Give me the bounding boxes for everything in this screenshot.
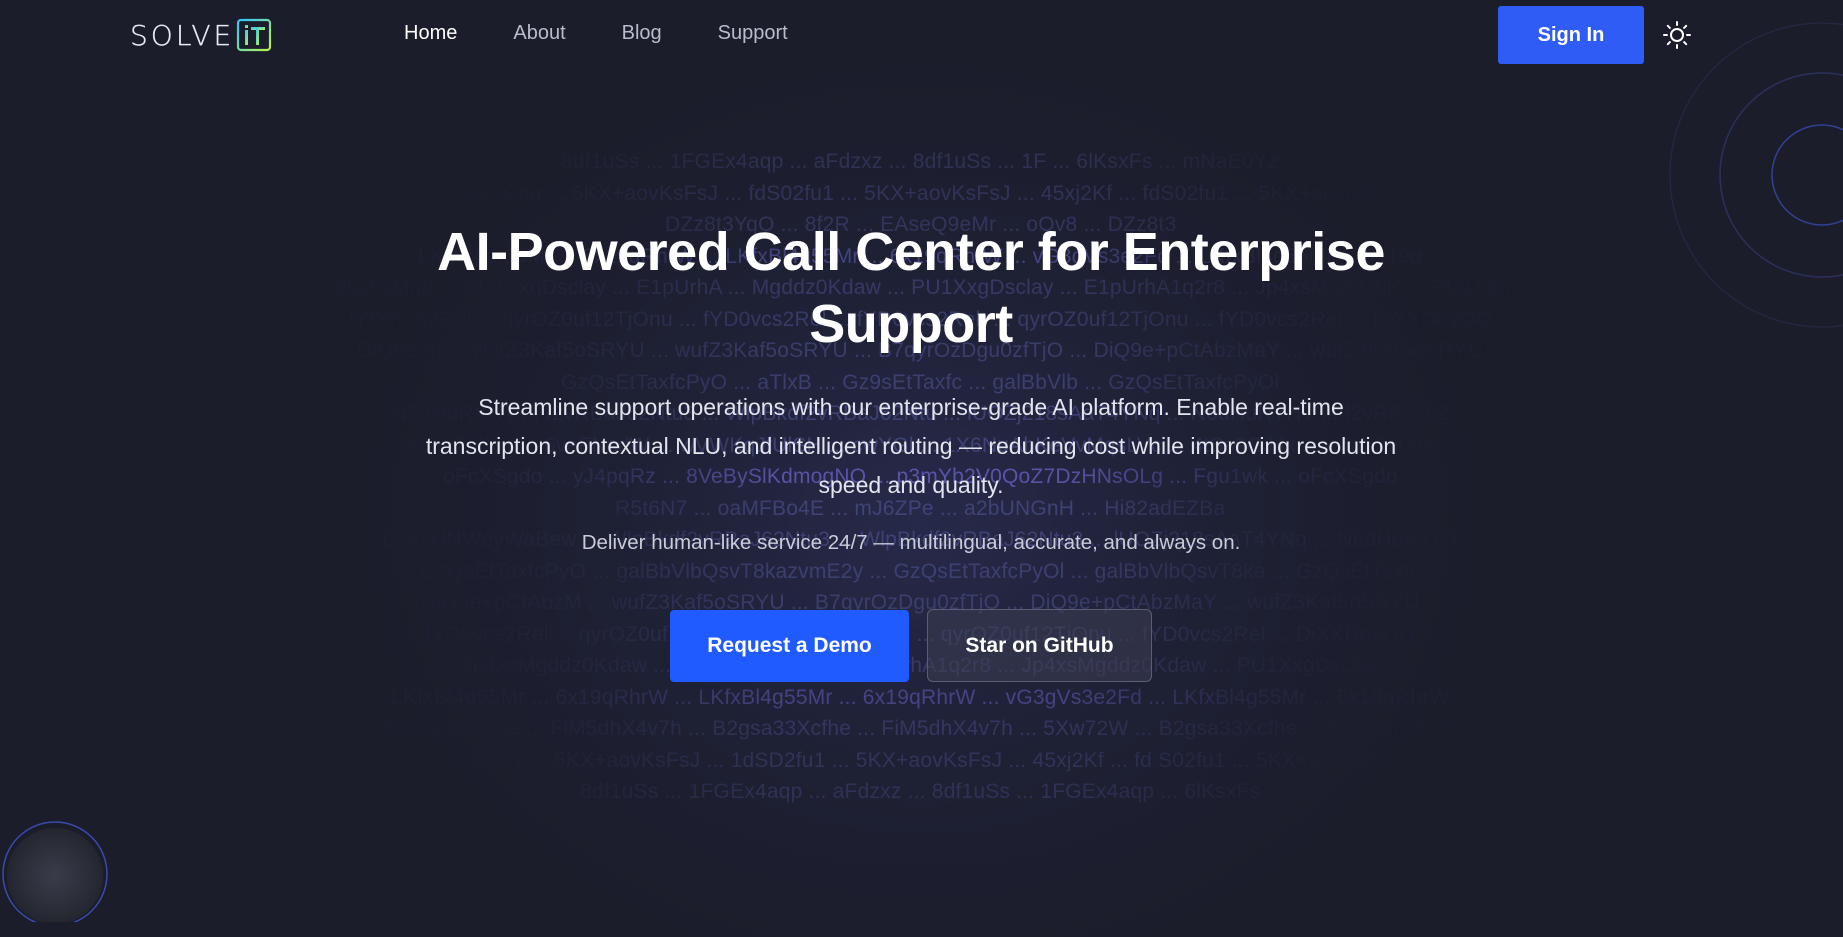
nav-home[interactable]: Home <box>404 22 457 45</box>
sign-in-button[interactable]: Sign In <box>1498 6 1644 64</box>
background-code-line: LKfxBl4g55Mr ... 6x19qRhrW ... LKfxBl4g5… <box>391 685 1450 709</box>
nav-support[interactable]: Support <box>718 22 788 45</box>
hero-title: AI-Powered Call Center for Enterprise Su… <box>437 222 1385 354</box>
logo-mark-icon <box>237 18 272 52</box>
background-code-line: fYD0vcs2Rel ... qyrOZ0uf12TjOnu ... fYD0… <box>425 622 1416 646</box>
hero-subtitle: Deliver human-like service 24/7 — multil… <box>581 531 1241 554</box>
background-code-line: 8df1uSs ... 1FGEx4aqp ... aFdzxz ... 8df… <box>580 780 1261 803</box>
background-code-line: fdS02fu1 ... 5KX+aovKsFsJ ... 1dSD2fu1 .… <box>438 748 1403 772</box>
hero-description: Streamline support operations with our e… <box>425 394 1397 498</box>
star-on-github-button[interactable]: Star on GitHub <box>927 609 1152 682</box>
landing-page: 8df1uSs ... 1FGEx4aqp ... aFdzxz ... 8df… <box>0 0 1843 937</box>
background-code-line: Jp4xsMgddz0Kdaw ... PU1XxgDsclay ... E1p… <box>462 654 1380 677</box>
decorative-rings <box>1669 22 1843 328</box>
nav-about[interactable]: About <box>513 22 565 45</box>
background-code-line: DiQ9e+pCtAbzM ... wufZ3Kaf5oSRYU ... B7q… <box>421 591 1420 614</box>
background-code-line: 8df1uSs ... 1FGEx4aqp ... aFdzxz ... 8df… <box>561 150 1279 173</box>
background-code-line: GzQsEtTaxfcPyO ... galBbVlbQsvT8kazvmE2y… <box>420 559 1421 583</box>
logo-text: SOLVE <box>130 18 235 52</box>
background-code-line: 1Nr4Cgq ... 5KX+aovKsFsJ ... fdS02fu1 ..… <box>456 181 1384 205</box>
background-code-line: B2gsa33Xcfhe ... FiM5dhX4v7h ... B2gsa33… <box>381 717 1460 740</box>
sun-icon[interactable] <box>1662 20 1692 50</box>
logo[interactable]: SOLVE iT <box>130 16 272 54</box>
nav-blog[interactable]: Blog <box>622 22 662 45</box>
request-demo-button[interactable]: Request a Demo <box>670 610 909 682</box>
decorative-orb <box>2 821 108 922</box>
site-header: SOLVE iT Home About Blog Support <box>0 0 1843 72</box>
main-nav: Home About Blog Support <box>404 22 844 45</box>
